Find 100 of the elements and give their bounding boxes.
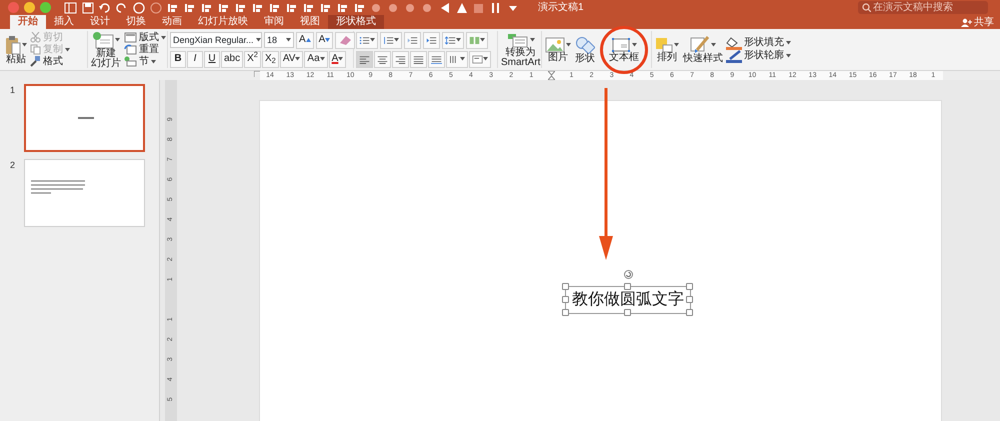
align-icon[interactable] bbox=[183, 2, 196, 14]
align-icon[interactable] bbox=[285, 2, 298, 14]
shape-fill-button[interactable]: 形状填充 bbox=[726, 37, 791, 49]
resize-handle[interactable] bbox=[624, 309, 631, 316]
ribbon-tab[interactable]: 设计 bbox=[82, 15, 118, 29]
window-control[interactable] bbox=[24, 2, 35, 13]
decrease-indent-button[interactable] bbox=[404, 32, 421, 48]
sidebar-icon[interactable] bbox=[64, 2, 77, 14]
section-button[interactable]: 节 bbox=[124, 56, 166, 68]
caret-icon[interactable] bbox=[460, 57, 465, 61]
align-icon[interactable] bbox=[268, 2, 281, 14]
caret-icon[interactable] bbox=[394, 38, 399, 42]
format-painter-button[interactable]: 格式 bbox=[30, 56, 70, 68]
align-left-button[interactable] bbox=[356, 50, 373, 68]
ribbon-tab[interactable]: 形状格式 bbox=[328, 15, 384, 29]
caret-icon[interactable] bbox=[320, 57, 325, 61]
align-icon[interactable] bbox=[251, 2, 264, 14]
layout-button[interactable]: 版式 bbox=[124, 32, 166, 44]
convert-smartart-button[interactable]: 转换为 SmartArt bbox=[500, 32, 542, 68]
caret-icon[interactable] bbox=[151, 60, 156, 64]
triangle-icon[interactable] bbox=[455, 2, 468, 14]
section-icon bbox=[124, 56, 137, 67]
caret-icon[interactable] bbox=[286, 38, 291, 42]
align-icon[interactable] bbox=[166, 2, 179, 14]
new-slide-button[interactable]: 新建 幻灯片 bbox=[90, 30, 122, 68]
line-spacing-button[interactable] bbox=[442, 32, 464, 48]
reset-button[interactable]: 重置 bbox=[124, 44, 166, 56]
strikethrough-button[interactable]: abc bbox=[221, 50, 244, 68]
grow-font-button[interactable]: A bbox=[296, 32, 314, 48]
ribbon-tab[interactable]: 动画 bbox=[154, 15, 190, 29]
resize-handle[interactable] bbox=[624, 283, 631, 290]
superscript-button[interactable]: X$^{2}$ bbox=[244, 50, 261, 68]
character-spacing-button[interactable]: AV bbox=[280, 50, 304, 68]
align-icon[interactable] bbox=[217, 2, 230, 14]
underline-button[interactable]: U bbox=[204, 50, 220, 68]
caret-icon[interactable] bbox=[674, 42, 679, 46]
arrange-button[interactable]: 排列 bbox=[654, 36, 680, 62]
caret-icon[interactable] bbox=[115, 38, 120, 42]
shape-outline-button[interactable]: 形状轮廓 bbox=[726, 50, 791, 62]
caret-icon[interactable] bbox=[456, 38, 461, 42]
bullet-list-button[interactable] bbox=[356, 32, 378, 48]
align-center-button[interactable] bbox=[374, 50, 391, 68]
align-icon[interactable] bbox=[302, 2, 315, 14]
text-direction-button[interactable] bbox=[446, 50, 468, 68]
eraser-icon bbox=[338, 34, 352, 46]
ribbon-tab[interactable]: 视图 bbox=[292, 15, 328, 29]
search-field[interactable]: 在演示文稿中搜索 bbox=[858, 1, 988, 14]
align-icon[interactable] bbox=[336, 2, 349, 14]
align-icon[interactable] bbox=[353, 2, 366, 14]
indent-marker-icon[interactable] bbox=[548, 71, 555, 80]
bars-icon[interactable] bbox=[489, 2, 502, 14]
redo-icon[interactable] bbox=[115, 2, 128, 14]
font-name-field[interactable]: DengXian Regular... bbox=[170, 32, 262, 48]
caret-icon[interactable] bbox=[22, 42, 27, 46]
change-case-button[interactable]: Aa bbox=[304, 50, 328, 68]
share-button[interactable]: 共享 bbox=[961, 15, 994, 29]
caret-icon[interactable] bbox=[632, 42, 637, 46]
distribute-button[interactable] bbox=[428, 50, 445, 68]
ribbon-tab[interactable]: 插入 bbox=[46, 15, 82, 29]
caret-icon[interactable] bbox=[161, 36, 166, 40]
caret-icon[interactable] bbox=[295, 57, 300, 61]
caret-icon[interactable] bbox=[338, 57, 344, 61]
caret-icon[interactable] bbox=[483, 57, 488, 61]
align-text-button[interactable] bbox=[469, 50, 491, 68]
caret-icon[interactable] bbox=[480, 38, 485, 42]
justify-button[interactable] bbox=[410, 50, 427, 68]
ribbon-tab[interactable]: 审阅 bbox=[256, 15, 292, 29]
shrink-font-button[interactable]: A bbox=[316, 32, 334, 48]
save-icon[interactable] bbox=[81, 2, 94, 14]
search-icon bbox=[862, 3, 871, 12]
caret-icon[interactable] bbox=[370, 38, 375, 42]
align-right-button[interactable] bbox=[392, 50, 409, 68]
align-icon[interactable] bbox=[200, 2, 213, 14]
caret-icon[interactable] bbox=[786, 41, 791, 45]
quick-styles-button[interactable]: 快速样式 bbox=[682, 36, 724, 64]
caret-icon[interactable] bbox=[566, 42, 571, 46]
align-icon[interactable] bbox=[234, 2, 247, 14]
align-icon[interactable] bbox=[319, 2, 332, 14]
increase-indent-button[interactable] bbox=[423, 32, 440, 48]
font-size-field[interactable]: 18 bbox=[264, 32, 294, 48]
ribbon-tab[interactable]: 幻灯片放映 bbox=[190, 15, 256, 29]
undo-icon[interactable] bbox=[98, 2, 111, 14]
window-title: 演示文稿1 bbox=[538, 0, 584, 15]
caret-icon[interactable] bbox=[711, 42, 716, 46]
caret-icon[interactable] bbox=[256, 38, 261, 42]
caret-icon[interactable] bbox=[786, 54, 791, 58]
italic-button[interactable]: I bbox=[187, 50, 203, 68]
ribbon-tab[interactable]: 开始 bbox=[10, 15, 46, 29]
caret-icon[interactable] bbox=[530, 38, 535, 42]
subscript-button[interactable]: X$_{2}$ bbox=[262, 50, 279, 68]
font-color-button[interactable]: A bbox=[328, 50, 346, 68]
align-left-icon bbox=[359, 54, 370, 64]
columns-button[interactable] bbox=[466, 32, 488, 48]
shapes-button[interactable]: 形状 bbox=[574, 36, 596, 64]
numbered-list-button[interactable] bbox=[380, 32, 402, 48]
bold-button[interactable]: B bbox=[170, 50, 186, 68]
slide-thumbnail[interactable] bbox=[24, 84, 145, 152]
ribbon-tab[interactable]: 切换 bbox=[118, 15, 154, 29]
paste-button[interactable]: 粘贴 bbox=[4, 34, 28, 64]
picture-button[interactable]: 图片 bbox=[544, 36, 572, 62]
